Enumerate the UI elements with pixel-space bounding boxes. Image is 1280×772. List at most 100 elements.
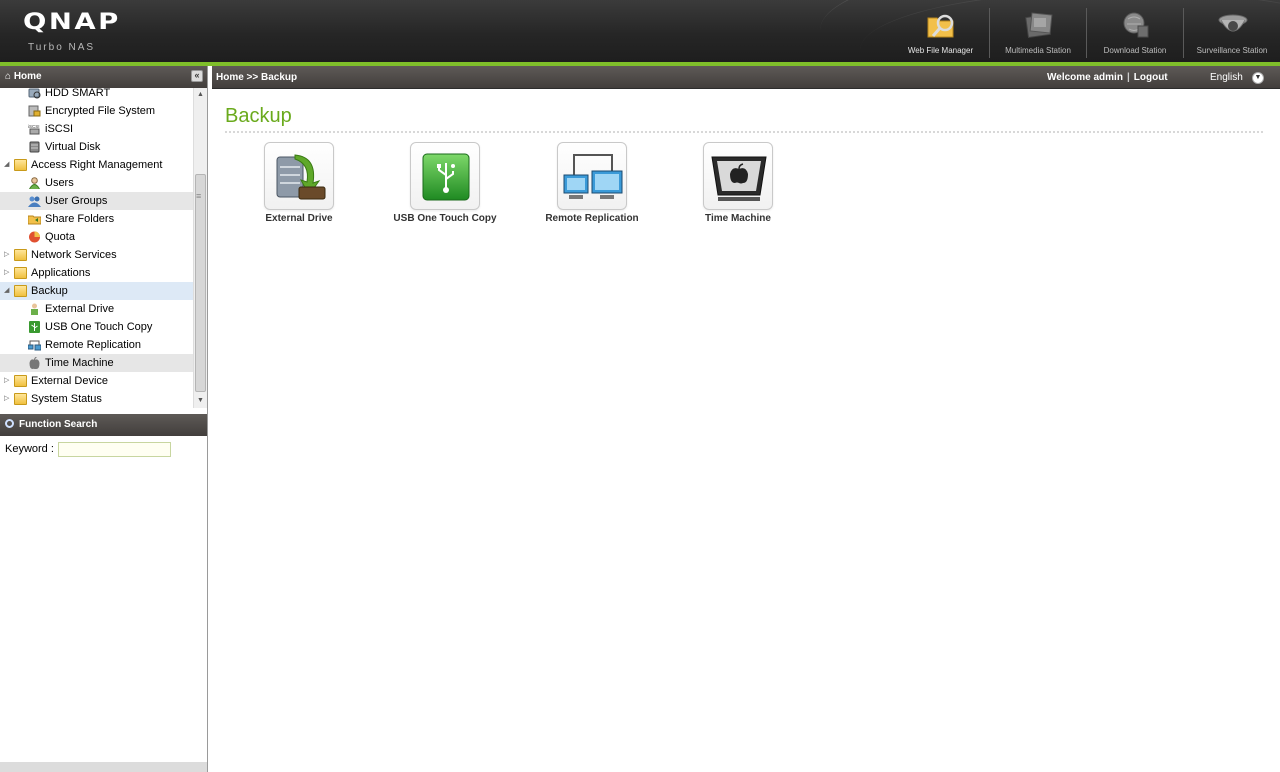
tree-item-applications[interactable]: ▷ Applications xyxy=(0,264,193,282)
web-file-manager-label: Web File Manager xyxy=(907,46,974,55)
time-machine-icon xyxy=(711,156,767,201)
users-icon xyxy=(29,177,40,189)
usb-icon xyxy=(29,321,40,333)
apple-icon xyxy=(29,357,40,369)
surveillance-station-label: Surveillance Station xyxy=(1196,46,1268,55)
web-file-manager-icon xyxy=(927,14,954,38)
svg-text:iSCSI: iSCSI xyxy=(28,124,40,129)
top-header: QNAP Turbo NAS Web File Manager Multimed… xyxy=(0,0,1280,62)
folder-icon xyxy=(14,375,27,387)
tree-item-access-right-management[interactable]: ◢ Access Right Management xyxy=(0,156,193,174)
station-shortcuts: Web File Manager Multimedia Station Down… xyxy=(892,8,1280,58)
welcome-area: Welcome admin | Logout xyxy=(1047,66,1168,89)
external-drive-icon xyxy=(276,154,326,200)
hdd-smart-icon xyxy=(28,88,41,99)
collapse-panel-button[interactable]: « xyxy=(191,70,203,82)
tree-item-external-device[interactable]: ▷ External Device xyxy=(0,372,193,390)
left-panel: ⌂ Home « HDD SMART Encrypted File System… xyxy=(0,66,208,772)
page-title: Backup xyxy=(225,105,292,127)
remote-replication-tile-label: Remote Replication xyxy=(545,213,639,224)
function-search-title: Function Search xyxy=(19,419,98,430)
tree-item-hdd-smart[interactable]: HDD SMART xyxy=(0,88,193,102)
tree-scrollbar[interactable]: ▲ ≡ ▼ xyxy=(193,88,207,408)
multimedia-station-icon xyxy=(1025,12,1053,38)
encrypted-file-system-icon xyxy=(28,105,41,117)
remote-replication-icon xyxy=(563,154,623,199)
multimedia-station-label: Multimedia Station xyxy=(1005,46,1071,55)
surveillance-station-icon xyxy=(1218,14,1248,32)
language-selector[interactable]: English xyxy=(1210,66,1243,89)
expand-arrow-icon[interactable]: ▷ xyxy=(4,390,12,408)
time-machine-tile-box[interactable] xyxy=(703,142,773,210)
scrollbar-grip-icon: ≡ xyxy=(196,191,202,201)
left-panel-footer xyxy=(0,762,207,772)
quota-icon xyxy=(29,231,40,243)
keyword-label: Keyword : xyxy=(5,443,54,455)
iscsi-icon: iSCSI xyxy=(28,124,40,135)
usb-one-touch-copy-icon xyxy=(422,153,470,201)
time-machine-tile-label: Time Machine xyxy=(705,213,771,224)
scroll-down-icon[interactable]: ▼ xyxy=(194,394,207,408)
tree-item-network-services[interactable]: ▷ Network Services xyxy=(0,246,193,264)
welcome-separator: | xyxy=(1126,72,1130,83)
welcome-text: Welcome admin xyxy=(1047,72,1123,83)
tree-item-remote-replication[interactable]: Remote Replication xyxy=(0,336,193,354)
remote-replication-tile[interactable]: Remote Replication xyxy=(525,142,645,232)
turbo-nas-subtitle: Turbo NAS xyxy=(28,42,96,53)
remote-replication-icon xyxy=(28,340,41,351)
tree-item-time-machine[interactable]: Time Machine xyxy=(0,354,193,372)
scroll-up-icon[interactable]: ▲ xyxy=(194,88,207,102)
multimedia-station-button[interactable]: Multimedia Station xyxy=(989,8,1086,58)
breadcrumb: Home >> Backup xyxy=(216,72,298,83)
expand-arrow-icon[interactable]: ▷ xyxy=(4,264,12,282)
folder-icon xyxy=(14,393,27,405)
tree-item-virtual-disk[interactable]: Virtual Disk xyxy=(0,138,193,156)
usb-one-touch-copy-tile[interactable]: USB One Touch Copy xyxy=(378,142,498,232)
share-folders-icon xyxy=(28,215,41,225)
tree-item-iscsi[interactable]: iSCSI iSCSI xyxy=(0,120,193,138)
qnap-logo: QNAP xyxy=(23,10,121,35)
title-divider xyxy=(225,131,1263,133)
tree-item-usb-one-touch-copy[interactable]: USB One Touch Copy xyxy=(0,318,193,336)
navigation-tree: HDD SMART Encrypted File System iSCSI iS… xyxy=(0,88,193,408)
tree-item-external-drive[interactable]: External Drive xyxy=(0,300,193,318)
expand-arrow-icon[interactable]: ▷ xyxy=(4,246,12,264)
folder-open-icon xyxy=(14,285,27,297)
folder-icon xyxy=(14,267,27,279)
collapse-arrow-icon[interactable]: ◢ xyxy=(4,156,12,174)
tree-item-share-folders[interactable]: Share Folders xyxy=(0,210,193,228)
home-icon: ⌂ xyxy=(5,71,12,82)
surveillance-station-button[interactable]: Surveillance Station xyxy=(1183,8,1280,58)
main-content: Home >> Backup Welcome admin | Logout Engl… xyxy=(212,66,1280,772)
tree-item-user-groups[interactable]: User Groups xyxy=(0,192,193,210)
download-station-button[interactable]: Download Station xyxy=(1086,8,1183,58)
search-icon xyxy=(5,419,14,428)
tree-item-users[interactable]: Users xyxy=(0,174,193,192)
time-machine-tile[interactable]: Time Machine xyxy=(671,142,791,232)
function-search-header: Function Search xyxy=(0,414,207,436)
user-groups-icon xyxy=(28,196,41,207)
keyword-input[interactable] xyxy=(58,442,171,457)
tree-panel-header: ⌂ Home « xyxy=(0,66,207,88)
expand-arrow-icon[interactable]: ▷ xyxy=(4,372,12,390)
tree-item-system-status[interactable]: ▷ System Status xyxy=(0,390,193,408)
folder-icon xyxy=(14,249,27,261)
collapse-arrow-icon[interactable]: ◢ xyxy=(4,282,12,300)
virtual-disk-icon xyxy=(29,141,40,153)
usb-one-touch-copy-tile-box[interactable] xyxy=(410,142,480,210)
external-drive-tile[interactable]: External Drive xyxy=(232,142,352,232)
download-station-label: Download Station xyxy=(1103,46,1167,55)
tree-item-quota[interactable]: Quota xyxy=(0,228,193,246)
remote-replication-tile-box[interactable] xyxy=(557,142,627,210)
web-file-manager-button[interactable]: Web File Manager xyxy=(892,8,989,58)
external-drive-tile-label: External Drive xyxy=(265,213,333,224)
external-drive-tile-box[interactable] xyxy=(264,142,334,210)
download-station-icon xyxy=(1123,12,1149,38)
tree-item-backup[interactable]: ◢ Backup xyxy=(0,282,193,300)
chevron-down-icon[interactable]: ▼ xyxy=(1252,72,1264,84)
scrollbar-thumb[interactable] xyxy=(195,174,206,392)
usb-one-touch-copy-tile-label: USB One Touch Copy xyxy=(393,213,497,224)
tree-panel-title: Home xyxy=(13,71,42,82)
logout-link[interactable]: Logout xyxy=(1134,72,1168,83)
tree-item-encrypted-file-system[interactable]: Encrypted File System xyxy=(0,102,193,120)
